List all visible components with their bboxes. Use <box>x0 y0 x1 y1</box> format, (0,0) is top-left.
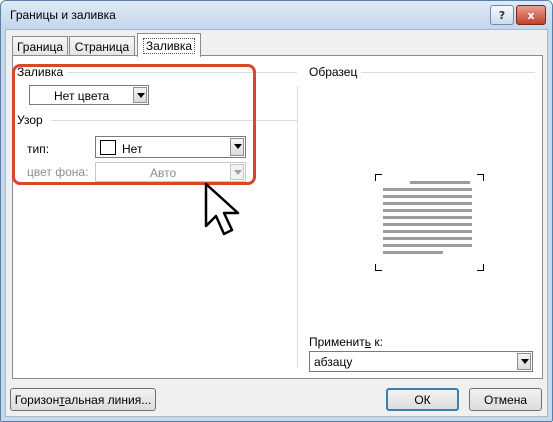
chevron-down-icon <box>230 164 244 180</box>
tab-fill[interactable]: Заливка <box>137 33 201 57</box>
preview-corner <box>477 174 484 181</box>
pattern-group-label: Узор <box>17 113 46 127</box>
chevron-down-icon[interactable] <box>133 87 147 103</box>
preview-divider <box>361 72 535 73</box>
preview-line <box>383 209 472 212</box>
cancel-button[interactable]: Отмена <box>469 388 542 411</box>
fill-group-label: Заливка <box>17 65 67 79</box>
cancel-button-label: Отмена <box>483 392 528 407</box>
preview-line <box>383 244 472 247</box>
fill-color-dropdown[interactable]: Нет цвета <box>29 85 149 105</box>
pattern-type-label: тип: <box>27 142 50 156</box>
preview-line <box>383 195 472 198</box>
preview-line <box>383 223 472 226</box>
help-icon: ? <box>498 8 506 22</box>
preview-line <box>383 251 443 254</box>
tab-label: Граница <box>16 39 64 54</box>
title-bar: Границы и заливка ? x <box>1 1 552 29</box>
preview-corner <box>375 174 382 181</box>
tab-panel-fill: Заливка Нет цвета Узор тип: Нет цвет фон… <box>12 55 543 379</box>
pattern-type-dropdown[interactable]: Нет <box>95 136 246 158</box>
ok-button-label: ОК <box>414 392 431 407</box>
dialog-body: Граница Страница Заливка Заливка Нет цве… <box>5 29 548 417</box>
preview-corner <box>477 264 484 271</box>
tab-page[interactable]: Страница <box>69 36 135 56</box>
horizontal-line-button-label: Горизонтальная линия... <box>14 392 152 407</box>
pattern-bg-color-value: Авто <box>150 166 177 180</box>
tab-label: Страница <box>74 39 130 54</box>
close-icon: x <box>527 8 535 22</box>
close-button[interactable]: x <box>516 5 546 25</box>
preview-line <box>410 181 470 184</box>
pattern-group-divider <box>51 120 297 121</box>
preview-line <box>383 202 472 205</box>
fill-color-value: Нет цвета <box>54 89 110 103</box>
pattern-bg-color-dropdown[interactable]: Авто <box>95 162 246 182</box>
preview-line <box>383 188 472 191</box>
preview-corner <box>375 264 382 271</box>
dialog-window: Границы и заливка ? x Граница Страница З… <box>0 0 553 422</box>
preview-line <box>383 230 472 233</box>
preview-label: Образец <box>309 65 361 79</box>
pattern-bg-color-label: цвет фона: <box>27 165 89 179</box>
window-title: Границы и заливка <box>10 8 116 22</box>
apply-to-dropdown[interactable]: абзацу <box>309 351 533 372</box>
preview-line <box>383 216 472 219</box>
horizontal-line-button[interactable]: Горизонтальная линия... <box>10 388 156 411</box>
ok-button[interactable]: ОК <box>386 388 459 411</box>
fill-group-divider <box>67 72 297 73</box>
apply-to-value: абзацу <box>314 355 353 369</box>
apply-to-label: Применить к: <box>309 335 383 349</box>
pattern-type-value: Нет <box>122 142 143 156</box>
mouse-cursor-icon <box>204 182 240 236</box>
tab-label: Заливка <box>142 37 196 54</box>
section-divider <box>297 86 298 368</box>
help-button[interactable]: ? <box>490 5 514 25</box>
pattern-swatch <box>100 140 116 155</box>
chevron-down-icon[interactable] <box>230 138 244 156</box>
preview-line <box>383 237 472 240</box>
tab-border[interactable]: Граница <box>12 36 68 56</box>
chevron-down-icon[interactable] <box>517 353 531 370</box>
